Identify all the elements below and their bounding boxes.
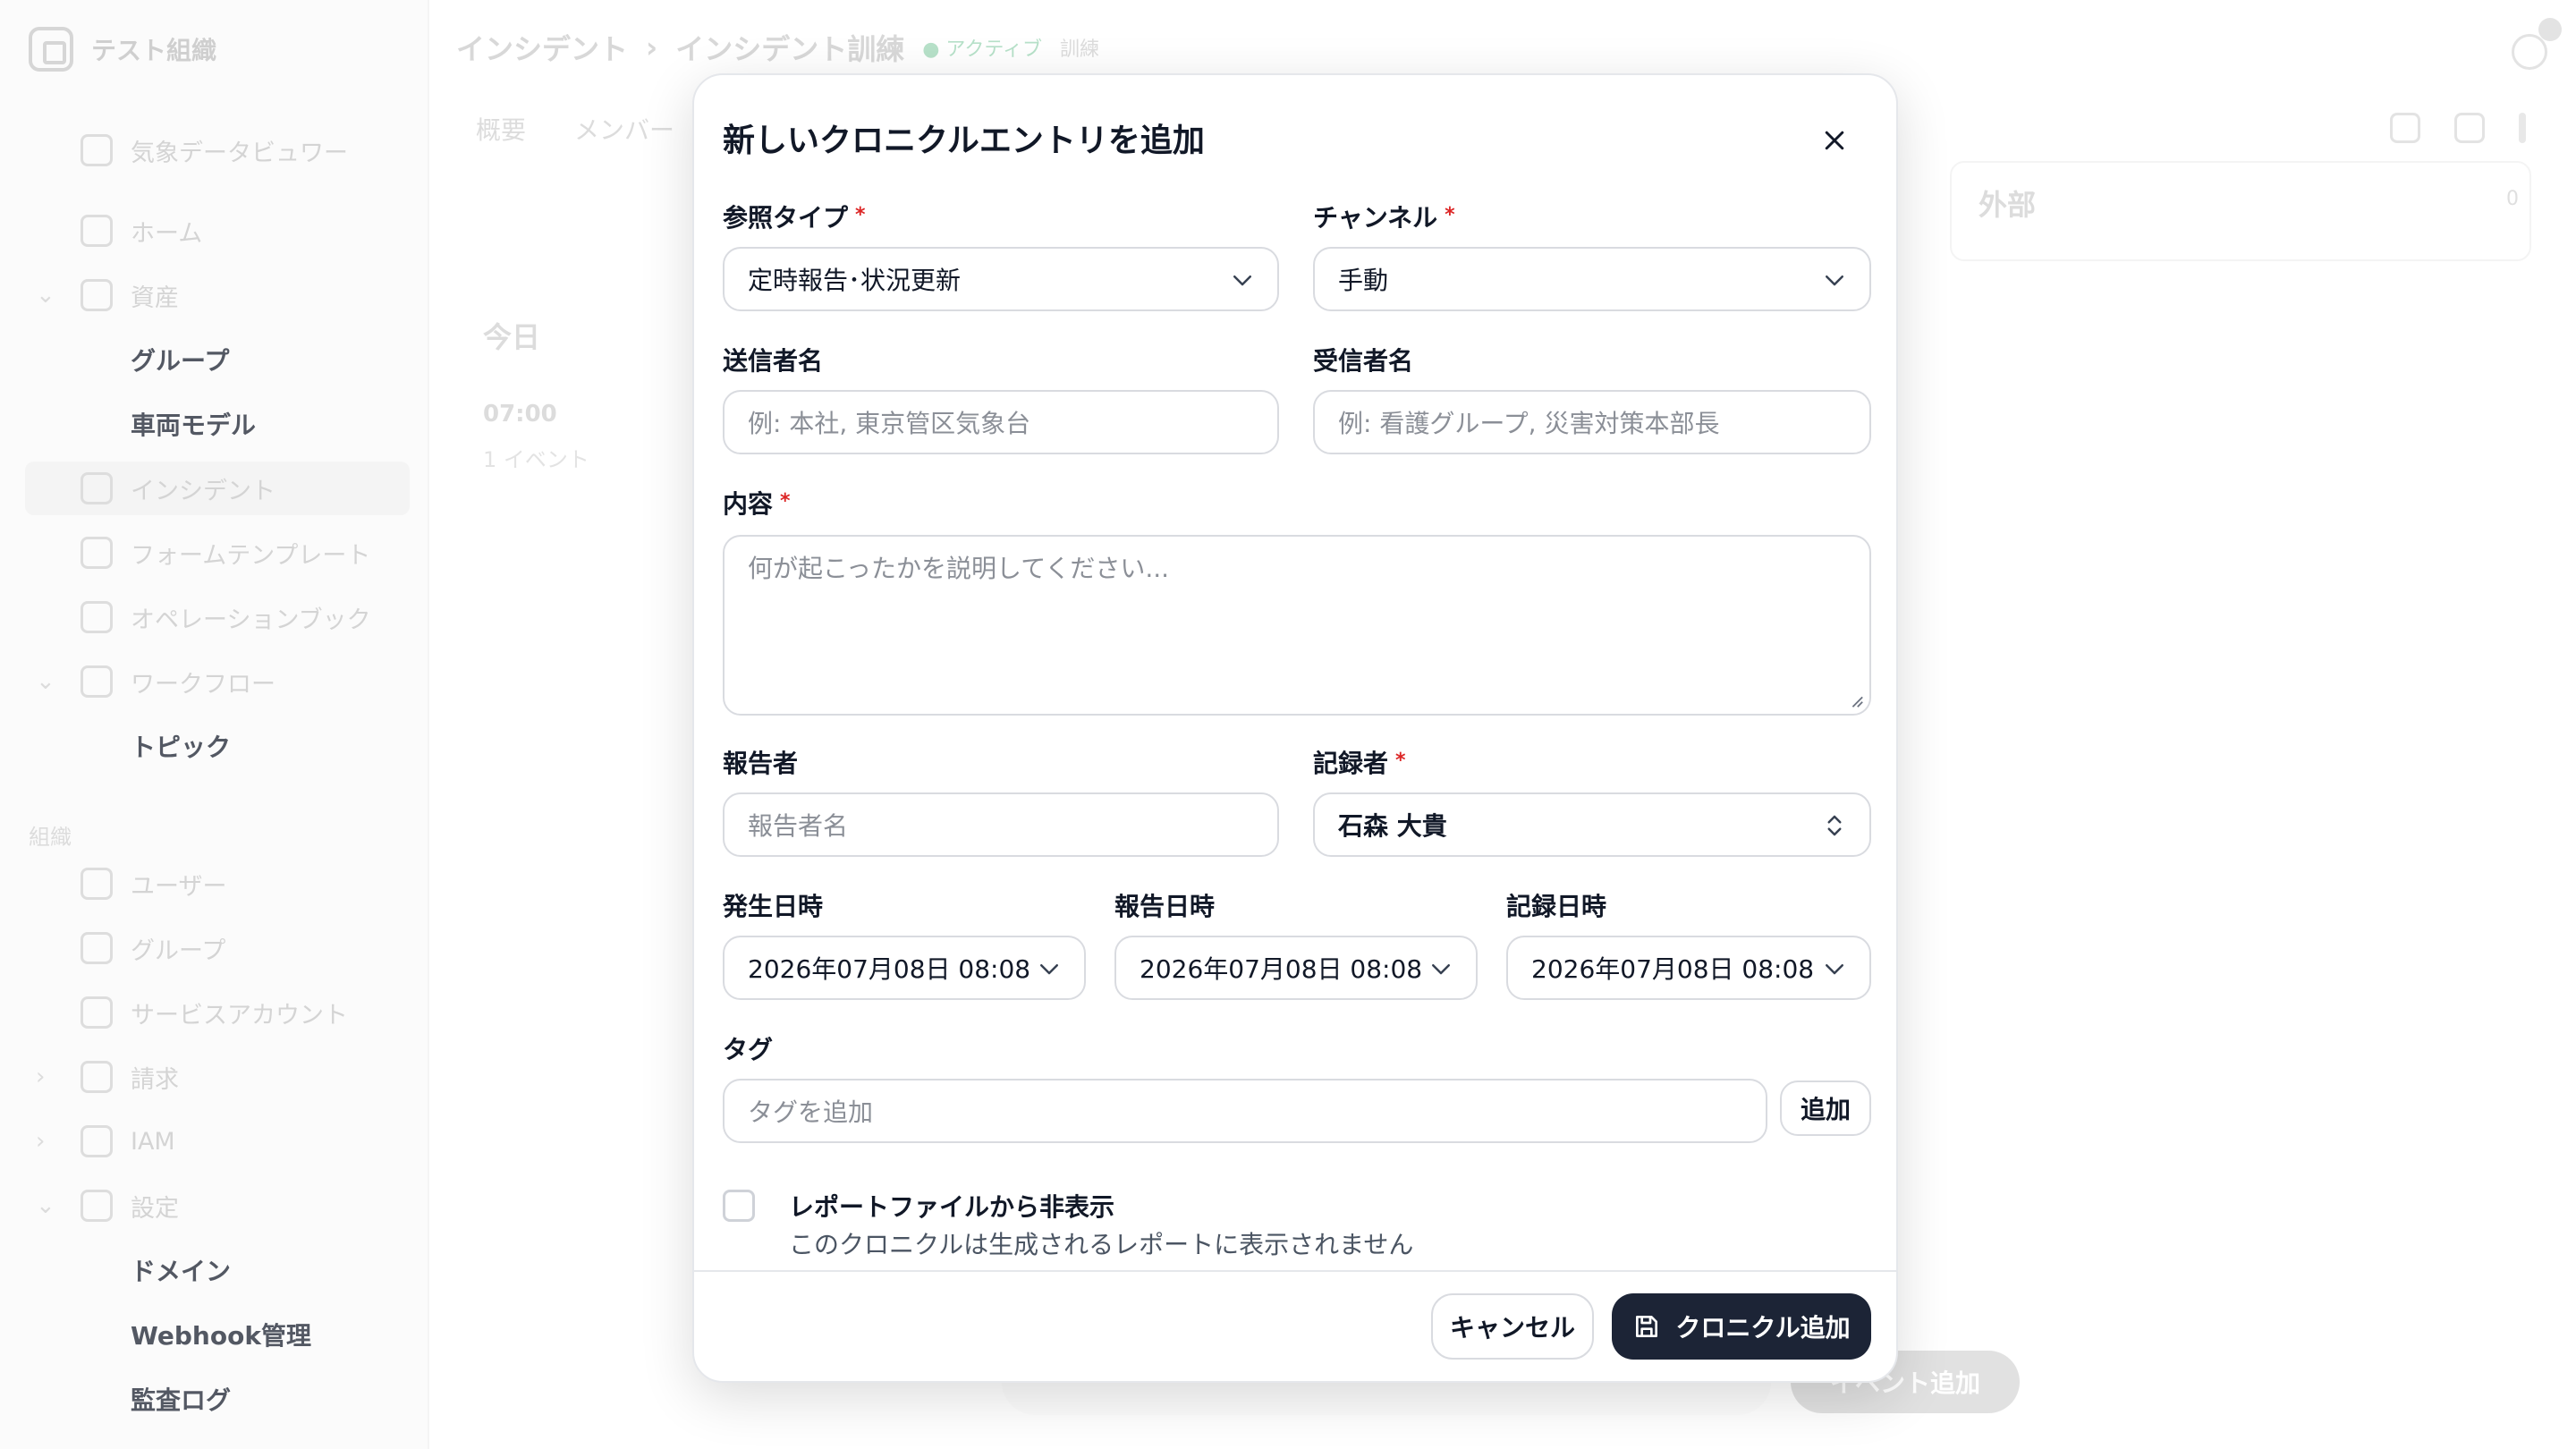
tag-input[interactable]: タグを追加 [723,1079,1767,1143]
recorder-label: 記録者 * [1313,749,1406,778]
add-chronicle-button[interactable]: クロニクル追加 [1612,1293,1871,1360]
chevron-down-icon [1826,964,1843,975]
hide-from-report-description: このクロニクルは生成されるレポートに表示されません [789,1230,1414,1259]
close-button[interactable] [1812,118,1857,163]
recorded-at-label: 記録日時 [1506,892,1607,921]
reported-at-label: 報告日時 [1114,892,1216,921]
reference-type-label: 参照タイプ * [723,203,866,233]
channel-label: チャンネル * [1313,203,1455,233]
chevron-down-icon [1432,964,1450,975]
sender-label: 送信者名 [723,346,824,376]
footer-divider [694,1270,1896,1272]
chevron-up-down-icon [1827,815,1842,836]
recorded-at-picker[interactable]: 2026年07月08日 08:08 [1506,936,1871,1000]
reported-at-picker[interactable]: 2026年07月08日 08:08 [1114,936,1478,1000]
reporter-input[interactable]: 報告者名 [723,792,1279,857]
add-chronicle-dialog: 新しいクロニクルエントリを追加 参照タイプ * 定時報告･状況更新 チャンネル * … [692,73,1898,1383]
chevron-down-icon [1233,275,1251,286]
channel-select[interactable]: 手動 [1313,247,1871,311]
reference-type-select[interactable]: 定時報告･状況更新 [723,247,1279,311]
resize-handle-icon[interactable] [1848,692,1864,708]
hide-from-report-checkbox[interactable] [723,1190,755,1222]
chevron-down-icon [1040,964,1058,975]
save-icon [1636,1316,1658,1337]
content-textarea[interactable]: 何が起こったかを説明してください... [723,535,1871,716]
receiver-label: 受信者名 [1313,346,1414,376]
sender-input[interactable]: 例: 本社, 東京管区気象台 [723,390,1279,454]
hide-from-report-label[interactable]: レポートファイルから非表示 [789,1188,1114,1224]
chevron-down-icon [1826,275,1843,286]
reporter-label: 報告者 [723,749,799,778]
dialog-title: 新しいクロニクルエントリを追加 [723,123,1205,159]
occurred-at-picker[interactable]: 2026年07月08日 08:08 [723,936,1086,1000]
tags-label: タグ [723,1035,774,1064]
recorder-select[interactable]: 石森 大貴 [1313,792,1871,857]
cancel-button[interactable]: キャンセル [1431,1293,1594,1360]
receiver-input[interactable]: 例: 看護グループ, 災害対策本部長 [1313,390,1871,454]
close-icon [1825,131,1844,150]
occurred-at-label: 発生日時 [723,892,824,921]
add-tag-button[interactable]: 追加 [1780,1080,1871,1136]
content-label: 内容 * [723,489,791,519]
